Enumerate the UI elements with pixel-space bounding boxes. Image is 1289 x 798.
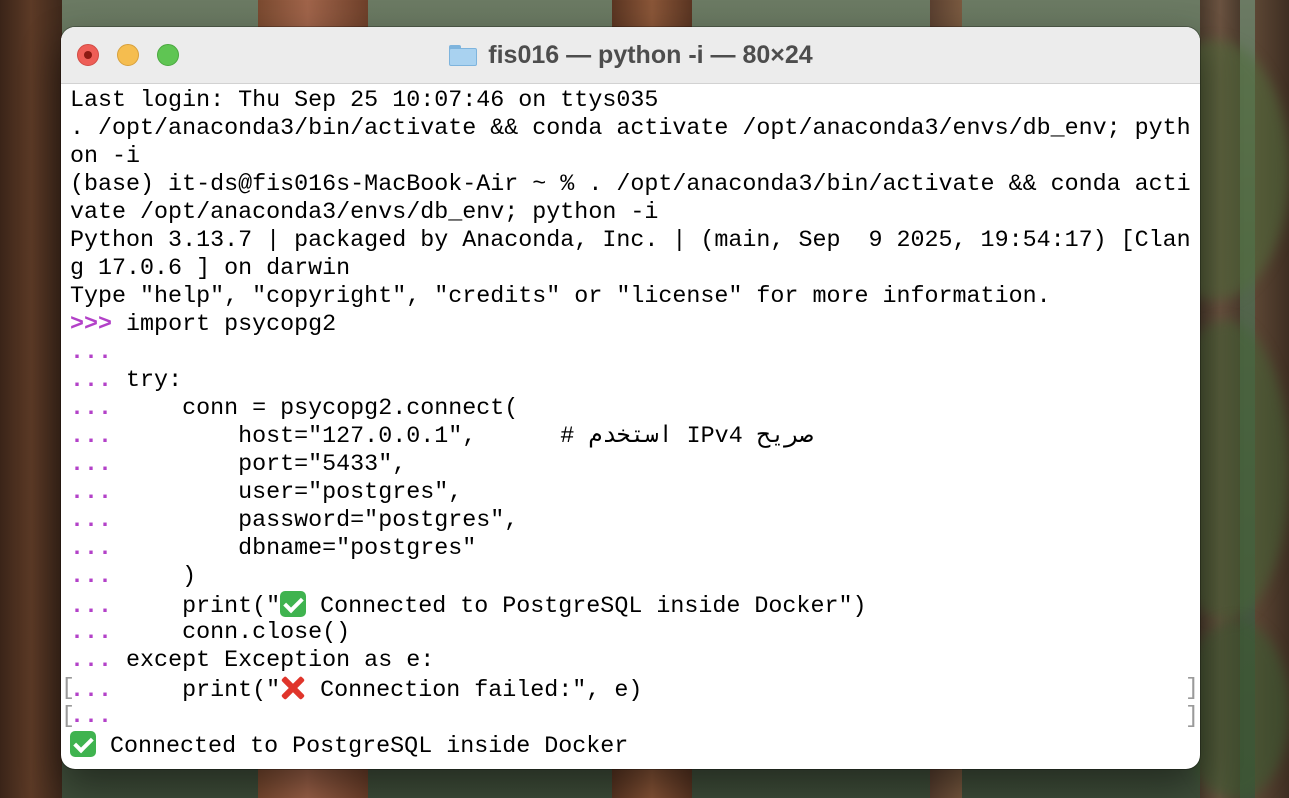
terminal-line: ... dbname="postgres" bbox=[70, 535, 1191, 563]
line-text: on -i bbox=[70, 144, 141, 170]
wallpaper-tree-trunk bbox=[0, 0, 62, 798]
continuation-prompt: ... bbox=[70, 564, 113, 590]
terminal-line: ... conn = psycopg2.connect( bbox=[70, 395, 1191, 423]
terminal-line: >>> import psycopg2 bbox=[70, 311, 1191, 339]
terminal-line: ... conn.close() bbox=[70, 619, 1191, 647]
folder-icon-body bbox=[449, 48, 478, 66]
line-text: conn.close() bbox=[112, 620, 351, 646]
continuation-prompt: ... bbox=[70, 368, 113, 394]
continuation-prompt: ... bbox=[70, 620, 113, 646]
line-text: Last login: Thu Sep 25 10:07:46 on ttys0… bbox=[70, 88, 659, 114]
line-text: Python 3.13.7 | packaged by Anaconda, In… bbox=[70, 228, 1191, 254]
continuation-prompt: ... bbox=[70, 396, 113, 422]
terminal-line: ... bbox=[70, 339, 1191, 367]
line-text: except Exception as e: bbox=[112, 648, 435, 674]
terminal-line: [...] bbox=[61, 703, 1199, 731]
line-text: print(" bbox=[112, 678, 281, 704]
continuation-prompt: ... bbox=[70, 508, 113, 534]
continuation-prompt: ... bbox=[70, 340, 113, 366]
continuation-prompt: ... bbox=[70, 594, 113, 620]
continuation-prompt: ... bbox=[70, 704, 113, 730]
window-title: fis016 — python -i — 80×24 bbox=[488, 40, 813, 69]
line-text: . /opt/anaconda3/bin/activate && conda a… bbox=[70, 116, 1191, 142]
line-text: print(" bbox=[112, 594, 281, 620]
terminal-line: Type "help", "copyright", "credits" or "… bbox=[70, 283, 1191, 311]
terminal-line: . /opt/anaconda3/bin/activate && conda a… bbox=[70, 115, 1191, 143]
line-text: user="postgres", bbox=[112, 480, 463, 506]
terminal-line: ... try: bbox=[70, 367, 1191, 395]
terminal-line: g 17.0.6 ] on darwin bbox=[70, 255, 1191, 283]
continuation-prompt: ... bbox=[70, 424, 113, 450]
terminal-line: on -i bbox=[70, 143, 1191, 171]
terminal-line: (base) it-ds@fis016s-MacBook-Air ~ % . /… bbox=[70, 171, 1191, 199]
line-text: conn = psycopg2.connect( bbox=[112, 396, 519, 422]
check-mark-button-icon bbox=[70, 731, 96, 757]
window-titlebar[interactable]: fis016 — python -i — 80×24 bbox=[61, 27, 1200, 84]
line-text: Type "help", "copyright", "credits" or "… bbox=[70, 284, 1051, 310]
terminal-line: ... print(" Connected to PostgreSQL insid… bbox=[70, 591, 1191, 620]
selection-mark-right: ] bbox=[1184, 676, 1199, 702]
line-text: ) bbox=[112, 564, 197, 590]
line-text: host="127.0.0.1", # استخدم IPv4 صريح bbox=[112, 424, 813, 450]
line-text: Connected to PostgreSQL inside Docker") bbox=[320, 594, 867, 620]
terminal-line: ... user="postgres", bbox=[70, 479, 1191, 507]
line-text: dbname="postgres" bbox=[112, 536, 477, 562]
window-title-group: fis016 — python -i — 80×24 bbox=[61, 27, 1200, 83]
terminal-line: ... password="postgres", bbox=[70, 507, 1191, 535]
terminal-window[interactable]: fis016 — python -i — 80×24 Last login: T… bbox=[61, 27, 1200, 769]
selection-mark-left: [ bbox=[61, 676, 76, 702]
line-text: import psycopg2 bbox=[112, 312, 337, 338]
line-text: (base) it-ds@fis016s-MacBook-Air ~ % . /… bbox=[70, 172, 1191, 198]
continuation-prompt: ... bbox=[70, 452, 113, 478]
continuation-prompt: ... bbox=[70, 678, 113, 704]
continuation-prompt: ... bbox=[70, 536, 113, 562]
line-text: g 17.0.6 ] on darwin bbox=[70, 256, 351, 282]
line-text: password="postgres", bbox=[112, 508, 519, 534]
terminal-line: Connected to PostgreSQL inside Docker bbox=[70, 731, 1191, 760]
line-text: vate /opt/anaconda3/envs/db_env; python … bbox=[70, 200, 659, 226]
terminal-line: ... port="5433", bbox=[70, 451, 1191, 479]
continuation-prompt: ... bbox=[70, 480, 113, 506]
selection-mark-left: [ bbox=[61, 704, 76, 730]
terminal-line: ... ) bbox=[70, 563, 1191, 591]
line-text: port="5433", bbox=[112, 452, 407, 478]
terminal-line: vate /opt/anaconda3/envs/db_env; python … bbox=[70, 199, 1191, 227]
continuation-prompt: ... bbox=[70, 648, 113, 674]
check-mark-button-icon bbox=[280, 591, 307, 617]
terminal-line: [... print(" Connection failed:", e)] bbox=[61, 675, 1199, 704]
terminal-output[interactable]: Last login: Thu Sep 25 10:07:46 on ttys0… bbox=[61, 87, 1199, 763]
cross-mark-icon bbox=[280, 675, 306, 701]
line-text: Connection failed:", e) bbox=[320, 678, 643, 704]
terminal-line: ... host="127.0.0.1", # استخدم IPv4 صريح bbox=[70, 423, 1191, 451]
folder-icon bbox=[448, 43, 478, 67]
selection-mark-right: ] bbox=[1184, 704, 1199, 730]
terminal-line: Python 3.13.7 | packaged by Anaconda, In… bbox=[70, 227, 1191, 255]
line-text: Connected to PostgreSQL inside Docker bbox=[110, 734, 629, 760]
primary-prompt: >>> bbox=[70, 312, 113, 338]
line-text: try: bbox=[112, 368, 183, 394]
terminal-line: ... except Exception as e: bbox=[70, 647, 1191, 675]
terminal-line: Last login: Thu Sep 25 10:07:46 on ttys0… bbox=[70, 87, 1191, 115]
